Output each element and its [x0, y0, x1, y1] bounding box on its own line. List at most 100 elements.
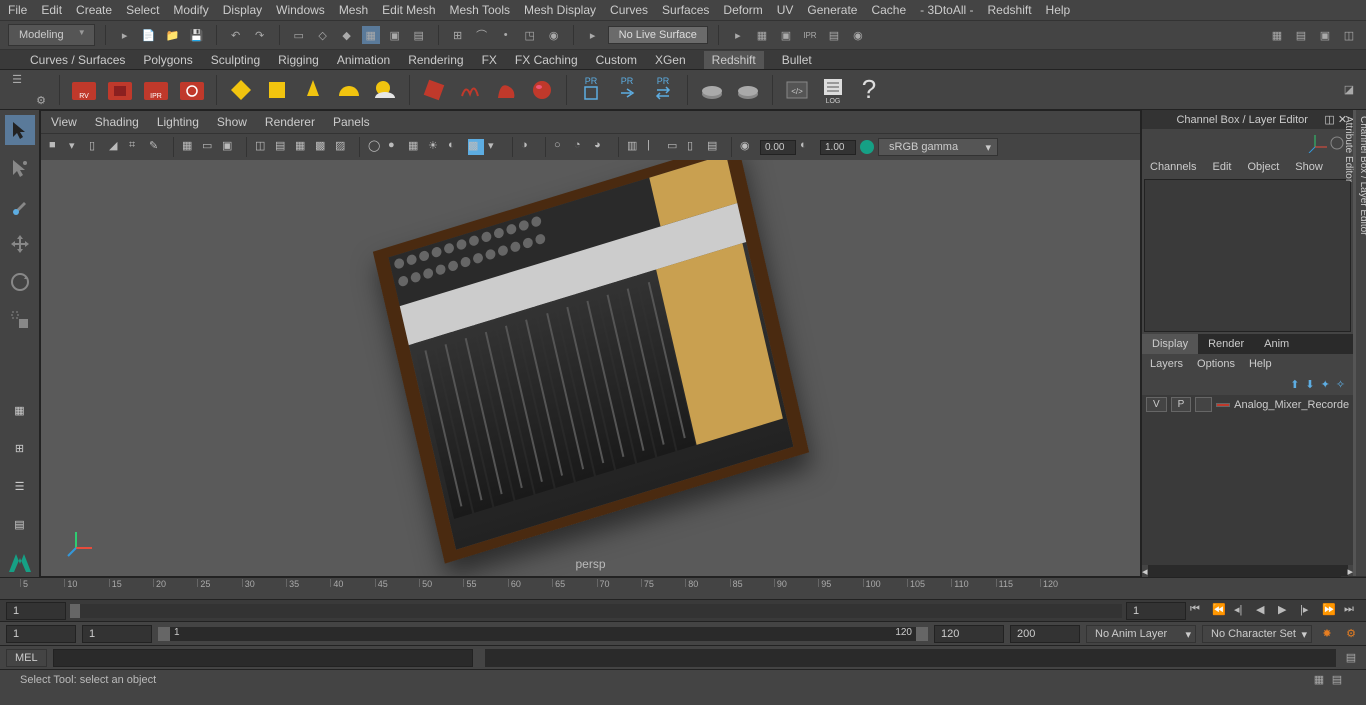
command-input[interactable] — [53, 649, 473, 667]
vp-xray2-icon[interactable]: ◔ — [574, 139, 590, 155]
shelf-tab-polygons[interactable]: Polygons — [143, 53, 192, 67]
menu-modify[interactable]: Modify — [173, 3, 208, 17]
vp-wire-icon[interactable]: ◯ — [368, 139, 384, 155]
menu-uv[interactable]: UV — [777, 3, 794, 17]
menu-editmesh[interactable]: Edit Mesh — [382, 3, 435, 17]
proxy-icon[interactable] — [419, 75, 449, 105]
range-end-input[interactable] — [1010, 625, 1080, 643]
menu-meshtools[interactable]: Mesh Tools — [450, 3, 510, 17]
layer-menu-help[interactable]: Help — [1249, 358, 1272, 370]
snap-point-icon[interactable]: • — [497, 26, 515, 44]
menu-deform[interactable]: Deform — [723, 3, 762, 17]
layout-grid-icon[interactable]: ⊞ — [5, 433, 35, 463]
autokey-icon[interactable]: ✸ — [1318, 625, 1336, 643]
shelf-tab-sculpting[interactable]: Sculpting — [211, 53, 260, 67]
script-icon[interactable]: </> — [782, 75, 812, 105]
vp-menu-shading[interactable]: Shading — [95, 115, 139, 129]
ipr-icon[interactable]: IPR — [801, 26, 819, 44]
vp-exp3-icon[interactable]: ▭ — [667, 139, 683, 155]
status-icon1[interactable]: ▦ — [1310, 671, 1328, 689]
script-language-toggle[interactable]: MEL — [6, 649, 47, 667]
rotate-tool[interactable] — [5, 267, 35, 297]
vp-menu-renderer[interactable]: Renderer — [265, 115, 315, 129]
menu-edit[interactable]: Edit — [41, 3, 62, 17]
panel-layout-icon[interactable]: ▦ — [1268, 26, 1286, 44]
vp-shade1-icon[interactable]: ◫ — [255, 139, 271, 155]
menu-select[interactable]: Select — [126, 3, 159, 17]
live-surface-field[interactable]: No Live Surface — [608, 26, 708, 44]
shelf-menu-icon[interactable]: ☰ — [8, 70, 26, 88]
range-start-input[interactable] — [6, 625, 76, 643]
panel-popout-icon[interactable]: ◫ — [1324, 114, 1334, 126]
anim-layer-dropdown[interactable]: No Anim Layer — [1086, 625, 1196, 643]
outliner-icon[interactable]: ▤ — [5, 509, 35, 539]
layer-add-icon[interactable]: ✦ — [1321, 378, 1330, 391]
vp-menu-lighting[interactable]: Lighting — [157, 115, 199, 129]
select-icon[interactable]: ▦ — [362, 26, 380, 44]
vp-gamma-icon[interactable]: ◐ — [800, 139, 816, 155]
vp-exp4-icon[interactable]: ▯ — [687, 139, 703, 155]
range-end-value[interactable] — [934, 625, 1004, 643]
vp-exp5-icon[interactable]: ▤ — [707, 139, 723, 155]
select-mode-icon[interactable]: ▭ — [290, 26, 308, 44]
step-fwd-icon[interactable]: |▸ — [1300, 603, 1316, 619]
vp-film-icon[interactable]: ✎ — [149, 139, 165, 155]
vp-res-icon[interactable]: ▣ — [222, 139, 238, 155]
layer-tab-display[interactable]: Display — [1142, 334, 1198, 354]
shelf-tab-fx[interactable]: FX — [482, 53, 497, 67]
log-icon[interactable]: LOG — [818, 75, 848, 105]
vp-menu-panels[interactable]: Panels — [333, 115, 370, 129]
vp-shade4-icon[interactable]: ▩ — [315, 139, 331, 155]
layout-single-icon[interactable]: ▦ — [5, 395, 35, 425]
vp-shade3-icon[interactable]: ▦ — [295, 139, 311, 155]
time-slider[interactable] — [70, 604, 1122, 618]
vp-image-icon[interactable]: ▯ — [89, 139, 105, 155]
proxy-pr2-icon[interactable]: PR — [612, 75, 642, 105]
proxy-pr1-icon[interactable]: PR — [576, 75, 606, 105]
render-view-icon[interactable]: ▦ — [753, 26, 771, 44]
vp-shade5-icon[interactable]: ▨ — [335, 139, 351, 155]
lasso-icon[interactable]: ◇ — [314, 26, 332, 44]
vp-menu-show[interactable]: Show — [217, 115, 247, 129]
render-frame-icon[interactable]: ▣ — [777, 26, 795, 44]
menu-redshift[interactable]: Redshift — [988, 3, 1032, 17]
layer-move-down-icon[interactable]: ⬇ — [1305, 378, 1314, 391]
sphere-icon[interactable] — [527, 75, 557, 105]
play-fwd-icon[interactable]: ▶ — [1278, 603, 1294, 619]
layout-list-icon[interactable]: ☰ — [5, 471, 35, 501]
light-sun-icon[interactable] — [370, 75, 400, 105]
light-portal-icon[interactable] — [262, 75, 292, 105]
vp-grid-icon[interactable]: ⌗ — [129, 139, 145, 155]
panel-layout3-icon[interactable]: ▣ — [1316, 26, 1334, 44]
layer-name[interactable]: Analog_Mixer_Recorde — [1234, 399, 1349, 411]
colorspace-dropdown[interactable]: sRGB gamma — [878, 138, 998, 156]
shelf-tab-fxcaching[interactable]: FX Caching — [515, 53, 578, 67]
volume-icon[interactable] — [455, 75, 485, 105]
menu-windows[interactable]: Windows — [276, 3, 325, 17]
vp-iso-icon[interactable]: ◑ — [521, 139, 537, 155]
select-tool[interactable] — [5, 115, 35, 145]
channel-tab-edit[interactable]: Edit — [1212, 161, 1231, 173]
time-ruler[interactable]: 5101520253035404550556065707580859095100… — [0, 577, 1366, 599]
redshift-render-icon[interactable] — [105, 75, 135, 105]
vp-exp1-icon[interactable]: ▥ — [627, 139, 643, 155]
layer-tab-anim[interactable]: Anim — [1254, 334, 1299, 354]
light-area-icon[interactable] — [226, 75, 256, 105]
shelf-tab-rendering[interactable]: Rendering — [408, 53, 463, 67]
shelf-tab-curvessurfaces[interactable]: Curves / Surfaces — [30, 53, 125, 67]
menu-generate[interactable]: Generate — [807, 3, 857, 17]
vp-shade2-icon[interactable]: ▤ — [275, 139, 291, 155]
layer-row[interactable]: V P Analog_Mixer_Recorde — [1142, 395, 1353, 414]
go-end-icon[interactable]: ⏭ — [1344, 603, 1360, 619]
layer-color-swatch[interactable] — [1216, 403, 1230, 407]
play-back-icon[interactable]: ◀ — [1256, 603, 1272, 619]
workspace-icon[interactable]: ◫ — [1340, 26, 1358, 44]
layer-menu-layers[interactable]: Layers — [1150, 358, 1183, 370]
shelf-collapse-icon[interactable]: ◪ — [1340, 81, 1358, 99]
prefs-icon[interactable]: ⚙ — [1342, 625, 1360, 643]
vp-tex-icon[interactable]: ▦ — [408, 139, 424, 155]
paint-tool[interactable] — [5, 191, 35, 221]
shelf-gear-icon[interactable]: ⚙ — [32, 91, 50, 109]
channel-tab-show[interactable]: Show — [1295, 161, 1323, 173]
side-tab-attributeeditor[interactable]: Attribute Editor — [1341, 110, 1356, 577]
